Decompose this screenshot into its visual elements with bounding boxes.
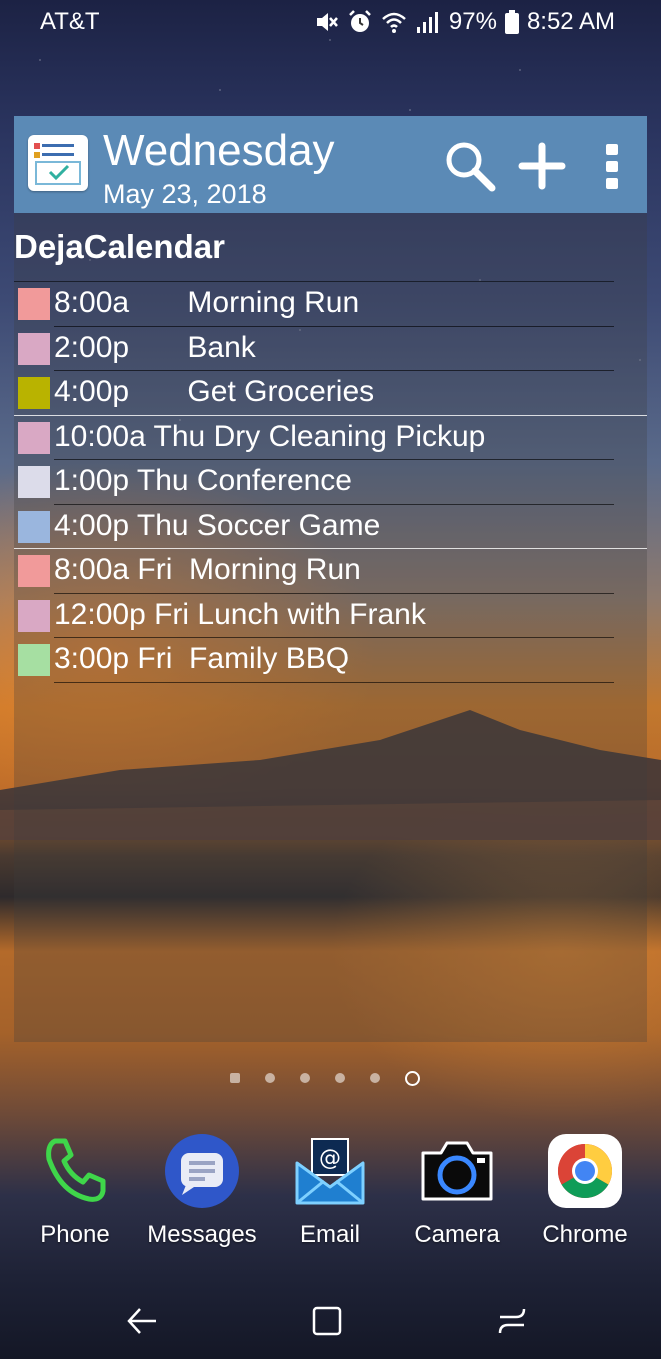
- page-dot-active[interactable]: [405, 1070, 420, 1086]
- more-vertical-icon: [606, 144, 618, 189]
- day-name: Wednesday: [103, 126, 335, 175]
- event-row[interactable]: 8:00a Fri Morning Run: [14, 549, 647, 594]
- navigation-bar: [0, 1283, 661, 1359]
- wifi-icon: [382, 12, 406, 33]
- camera-label: Camera: [414, 1221, 500, 1248]
- event-text: 2:00p Bank: [54, 330, 256, 364]
- clock: 8:52 AM: [526, 8, 615, 35]
- home-button[interactable]: [303, 1297, 351, 1345]
- status-icons: 97% 8:52 AM: [313, 8, 615, 36]
- event-color-swatch: [18, 555, 50, 587]
- messages-app[interactable]: Messages: [142, 1133, 262, 1249]
- page-dot[interactable]: [300, 1073, 310, 1083]
- event-text: 8:00a Fri Morning Run: [54, 553, 361, 586]
- carrier-label: AT&T: [40, 8, 100, 35]
- page-dot[interactable]: [370, 1073, 380, 1083]
- chrome-label: Chrome: [542, 1221, 628, 1248]
- event-color-swatch: [18, 288, 50, 320]
- camera-app[interactable]: Camera: [397, 1133, 517, 1249]
- event-text: 3:00p Fri Family BBQ: [54, 642, 350, 675]
- event-color-swatch: [18, 466, 50, 498]
- overflow-menu-button[interactable]: [584, 138, 640, 194]
- page-dot[interactable]: [335, 1073, 345, 1083]
- search-button[interactable]: [442, 138, 498, 194]
- deja-calendar-widget[interactable]: Wednesday May 23, 2018 DejaCalendar 8:00…: [14, 116, 647, 1042]
- add-event-button[interactable]: [514, 138, 570, 194]
- event-row[interactable]: 1:00p Thu Conference: [14, 460, 647, 505]
- date-label: May 23, 2018: [103, 179, 267, 209]
- email-label: Email: [299, 1221, 360, 1248]
- event-row[interactable]: 3:00p Fri Family BBQ: [14, 638, 647, 683]
- event-row[interactable]: 8:00a Morning Run: [14, 282, 647, 327]
- event-color-swatch: [18, 421, 50, 454]
- battery-icon: [504, 10, 519, 34]
- plus-icon: [518, 142, 566, 190]
- event-color-swatch: [18, 599, 50, 632]
- phone-label: Phone: [40, 1221, 110, 1248]
- messages-label: Messages: [147, 1221, 257, 1248]
- status-bar: AT&T 97% 8:52 AM: [0, 0, 661, 46]
- back-button[interactable]: [118, 1297, 166, 1345]
- event-text: 10:00a Thu Dry Cleaning Pickup: [54, 419, 486, 453]
- email-icon: @: [295, 1138, 365, 1205]
- page-dot[interactable]: [230, 1073, 240, 1083]
- recents-icon: [498, 1308, 526, 1334]
- app-dock: Phone Messages @ Email Camera Chrome: [0, 1133, 661, 1263]
- event-text: 8:00a Morning Run: [54, 286, 360, 319]
- widget-title: DejaCalendar: [14, 228, 225, 265]
- event-row[interactable]: 4:00p Get Groceries: [14, 371, 647, 416]
- event-text: 4:00p Get Groceries: [54, 375, 375, 408]
- recents-button[interactable]: [488, 1297, 536, 1345]
- event-color-swatch: [18, 644, 50, 676]
- phone-icon: [46, 1138, 106, 1202]
- event-row[interactable]: 4:00p Thu Soccer Game: [14, 505, 647, 549]
- event-row[interactable]: 2:00p Bank: [14, 327, 647, 371]
- search-icon: [446, 142, 496, 192]
- svg-text:@: @: [319, 1146, 341, 1171]
- event-row[interactable]: 12:00p Fri Lunch with Frank: [14, 594, 647, 638]
- event-text: 12:00p Fri Lunch with Frank: [54, 597, 426, 631]
- event-list: 8:00a Morning Run 2:00p Bank 4:00p Get Gro…: [14, 282, 647, 683]
- email-app[interactable]: @ Email: [270, 1133, 390, 1249]
- event-color-swatch: [18, 510, 50, 543]
- event-text: 1:00p Thu Conference: [54, 464, 352, 497]
- back-arrow-icon: [127, 1308, 156, 1334]
- event-row[interactable]: 10:00a Thu Dry Cleaning Pickup: [14, 416, 647, 460]
- event-color-swatch: [18, 332, 50, 365]
- mute-icon: [316, 13, 338, 31]
- event-text: 4:00p Thu Soccer Game: [54, 508, 381, 542]
- battery-percent: 97%: [448, 8, 497, 35]
- chrome-app[interactable]: Chrome: [525, 1133, 645, 1249]
- camera-icon: [421, 1141, 493, 1201]
- signal-icon: [416, 12, 438, 33]
- messages-icon: [165, 1134, 239, 1208]
- widget-header: Wednesday May 23, 2018: [14, 116, 647, 213]
- phone-app[interactable]: Phone: [15, 1133, 135, 1249]
- home-square-icon: [312, 1306, 342, 1336]
- alarm-icon: [349, 10, 371, 32]
- chrome-icon: [548, 1134, 622, 1208]
- event-color-swatch: [18, 377, 50, 409]
- event-divider: [54, 681, 614, 683]
- calendar-app-icon[interactable]: [28, 135, 88, 191]
- page-indicator: [230, 1070, 440, 1086]
- page-dot[interactable]: [265, 1073, 275, 1083]
